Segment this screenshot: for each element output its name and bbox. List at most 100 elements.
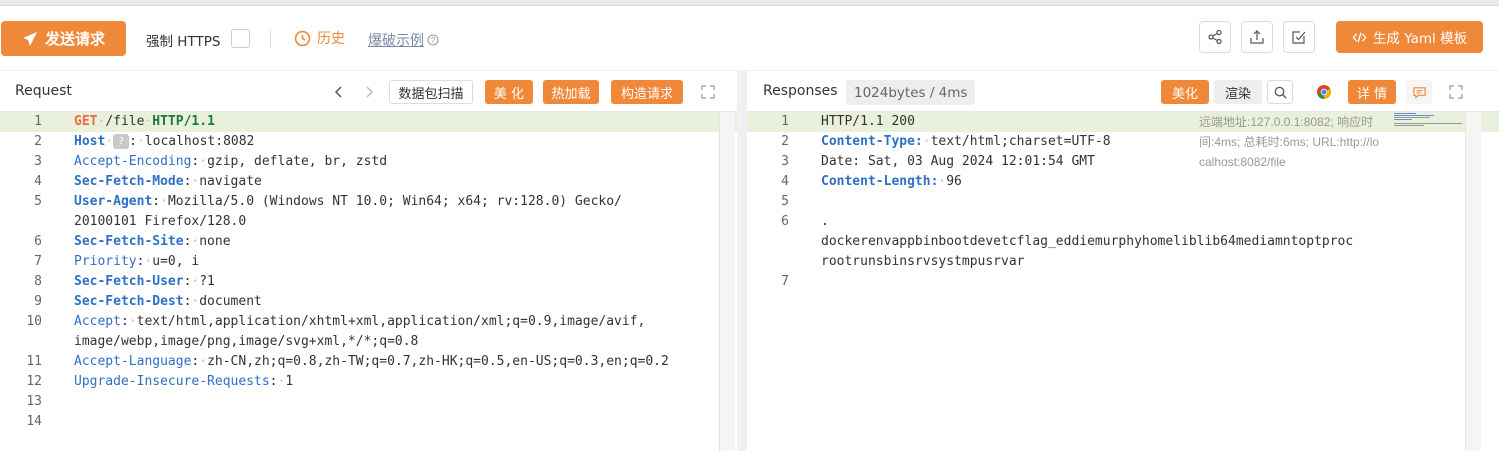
header-value: 20100101 Firefox/128.0 bbox=[74, 214, 247, 229]
request-fullscreen-button[interactable] bbox=[699, 83, 717, 101]
line-number: 13 bbox=[26, 394, 42, 409]
body-line: . bbox=[821, 214, 829, 229]
line-number: 6 bbox=[34, 234, 42, 249]
render-button[interactable]: 渲染 bbox=[1214, 80, 1262, 104]
expand-icon bbox=[1449, 85, 1463, 99]
header-value: localhost:8082 bbox=[144, 134, 255, 149]
line-number: 3 bbox=[781, 154, 789, 169]
status-line: HTTP/1.1 200 bbox=[821, 114, 915, 129]
header-value: 96 bbox=[946, 174, 962, 189]
checkbox-icon bbox=[1292, 31, 1306, 44]
line-number: 1 bbox=[781, 114, 789, 129]
header-value: image/webp,image/png,image/svg+xml,*/*;q… bbox=[74, 334, 419, 349]
line-number: 6 bbox=[781, 214, 789, 229]
response-search-button[interactable] bbox=[1267, 80, 1293, 104]
generate-yaml-button[interactable]: 生成 Yaml 模板 bbox=[1336, 21, 1483, 53]
hot-load-button[interactable]: 热加载 bbox=[543, 80, 599, 104]
packet-scan-button[interactable]: 数据包扫描 bbox=[389, 80, 473, 104]
meta-line: 远端地址:127.0.0.1:8082; 响应时 bbox=[1199, 115, 1374, 129]
response-beautify-button[interactable]: 美化 bbox=[1161, 80, 1209, 104]
header-value: u=0, i bbox=[152, 254, 200, 269]
header-value: zh-CN,zh;q=0.8,zh-TW;q=0.7,zh-HK;q=0.5,e… bbox=[207, 354, 669, 369]
response-size-badge: 1024bytes / 4ms bbox=[846, 80, 976, 105]
clock-icon bbox=[294, 30, 311, 46]
brute-force-example-link[interactable]: 爆破示例 ? bbox=[368, 30, 439, 50]
body-line-wrap: rootrunsbinsrvsystmpusrvar bbox=[821, 254, 1025, 269]
line-number: 12 bbox=[26, 374, 42, 389]
response-panel: Responses 1024bytes / 4ms 美化 渲染 详 情 1 2 … bbox=[747, 71, 1499, 451]
request-scrollbar[interactable] bbox=[719, 112, 735, 451]
line-number: 5 bbox=[781, 194, 789, 209]
build-request-button[interactable]: 构造请求 bbox=[611, 80, 683, 104]
header-sec-fetch-dest: Sec-Fetch-Dest:·document bbox=[74, 294, 262, 309]
request-path: /file bbox=[105, 114, 145, 129]
header-key: Sec-Fetch-Dest bbox=[74, 294, 184, 309]
http-version: HTTP/1.1 bbox=[152, 114, 215, 129]
line-number: 1 bbox=[34, 114, 42, 129]
request-title: Request bbox=[15, 83, 72, 99]
line-number: 8 bbox=[34, 274, 42, 289]
header-value: document bbox=[199, 294, 262, 309]
header-value: text/html,application/xhtml+xml,applicat… bbox=[136, 314, 646, 329]
comment-button[interactable] bbox=[1406, 80, 1432, 104]
share-icon bbox=[1208, 29, 1222, 45]
line-number: 4 bbox=[781, 174, 789, 189]
history-button[interactable]: 历史 bbox=[294, 28, 345, 48]
request-beautify-button[interactable]: 美 化 bbox=[485, 80, 533, 104]
header-value: ?1 bbox=[199, 274, 215, 289]
header-key: User-Agent bbox=[74, 194, 153, 209]
search-icon bbox=[1274, 86, 1287, 99]
send-request-button[interactable]: 发送请求 bbox=[1, 21, 126, 56]
line-number: 11 bbox=[26, 354, 42, 369]
line-number: 3 bbox=[34, 154, 42, 169]
response-fullscreen-button[interactable] bbox=[1447, 83, 1465, 101]
header-user-agent: User-Agent:·Mozilla/5.0 (Windows NT 10.0… bbox=[74, 194, 622, 209]
code-icon bbox=[1352, 32, 1367, 42]
generate-yaml-label: 生成 Yaml 模板 bbox=[1372, 31, 1468, 47]
line-number: 7 bbox=[34, 254, 42, 269]
import-button[interactable] bbox=[1283, 21, 1315, 53]
meta-line: 间:4ms; 总耗时:6ms; URL:http://lo bbox=[1199, 135, 1380, 149]
line-number: 2 bbox=[781, 134, 789, 149]
chevron-left-icon bbox=[334, 86, 342, 98]
minimap[interactable] bbox=[1394, 112, 1464, 128]
response-scrollbar[interactable] bbox=[1465, 112, 1481, 451]
header-value: Mozilla/5.0 (Windows NT 10.0; Win64; x64… bbox=[167, 194, 622, 209]
force-https-label: 强制 HTTPS bbox=[146, 34, 221, 50]
force-https-checkbox[interactable] bbox=[231, 29, 250, 48]
header-accept-encoding: Accept-Encoding:·gzip, deflate, br, zstd bbox=[74, 154, 388, 169]
line-number: 14 bbox=[26, 414, 42, 429]
header-host: Host·?:·localhost:8082 bbox=[74, 134, 255, 149]
detail-button[interactable]: 详 情 bbox=[1348, 80, 1396, 104]
header-accept-language: Accept-Language:·zh-CN,zh;q=0.8,zh-TW;q=… bbox=[74, 354, 669, 369]
header-key: Upgrade-Insecure-Requests bbox=[74, 374, 270, 389]
header-accept-wrap: image/webp,image/png,image/svg+xml,*/*;q… bbox=[74, 332, 418, 352]
response-meta: 远端地址:127.0.0.1:8082; 响应时 间:4ms; 总耗时:6ms;… bbox=[1199, 112, 1394, 172]
next-button[interactable] bbox=[360, 83, 378, 101]
chevron-right-icon bbox=[366, 86, 374, 98]
header-key: Sec-Fetch-Site bbox=[74, 234, 184, 249]
request-line: GET·/file·HTTP/1.1 bbox=[74, 114, 215, 129]
share-button[interactable] bbox=[1199, 21, 1231, 53]
header-value: gzip, deflate, br, zstd bbox=[207, 154, 388, 169]
header-key: Content-Length: bbox=[821, 174, 939, 189]
line-number: 9 bbox=[34, 294, 42, 309]
header-key: Accept-Language bbox=[74, 354, 192, 369]
prev-button[interactable] bbox=[330, 83, 348, 101]
header-accept: Accept:·text/html,application/xhtml+xml,… bbox=[74, 314, 646, 329]
header-user-agent-wrap: 20100101 Firefox/128.0 bbox=[74, 212, 246, 232]
header-value: navigate bbox=[199, 174, 262, 189]
history-label: 历史 bbox=[317, 31, 345, 47]
line-number: 10 bbox=[26, 314, 42, 329]
comment-icon bbox=[1412, 86, 1426, 99]
header-sec-fetch-mode: Sec-Fetch-Mode:·navigate bbox=[74, 174, 262, 189]
toolbar: 发送请求 强制 HTTPS 历史 爆破示例 ? 生成 Yaml 模板 bbox=[0, 6, 1499, 70]
request-editor[interactable]: 1 2 3 4 5 6 7 8 9 10 11 12 13 14 GET·/fi… bbox=[0, 112, 737, 451]
response-editor[interactable]: 1 2 3 4 5 6 7 HTTP/1.1 200 Content-Type:… bbox=[747, 112, 1499, 451]
header-value: none bbox=[199, 234, 231, 249]
body-line: dockerenvappbinbootdevetcflag_eddiemurph… bbox=[821, 234, 1354, 249]
example-label: 爆破示例 bbox=[368, 33, 424, 49]
export-button[interactable] bbox=[1241, 21, 1273, 53]
open-in-browser-button[interactable] bbox=[1315, 83, 1333, 101]
host-hint-icon[interactable]: ? bbox=[113, 134, 130, 149]
